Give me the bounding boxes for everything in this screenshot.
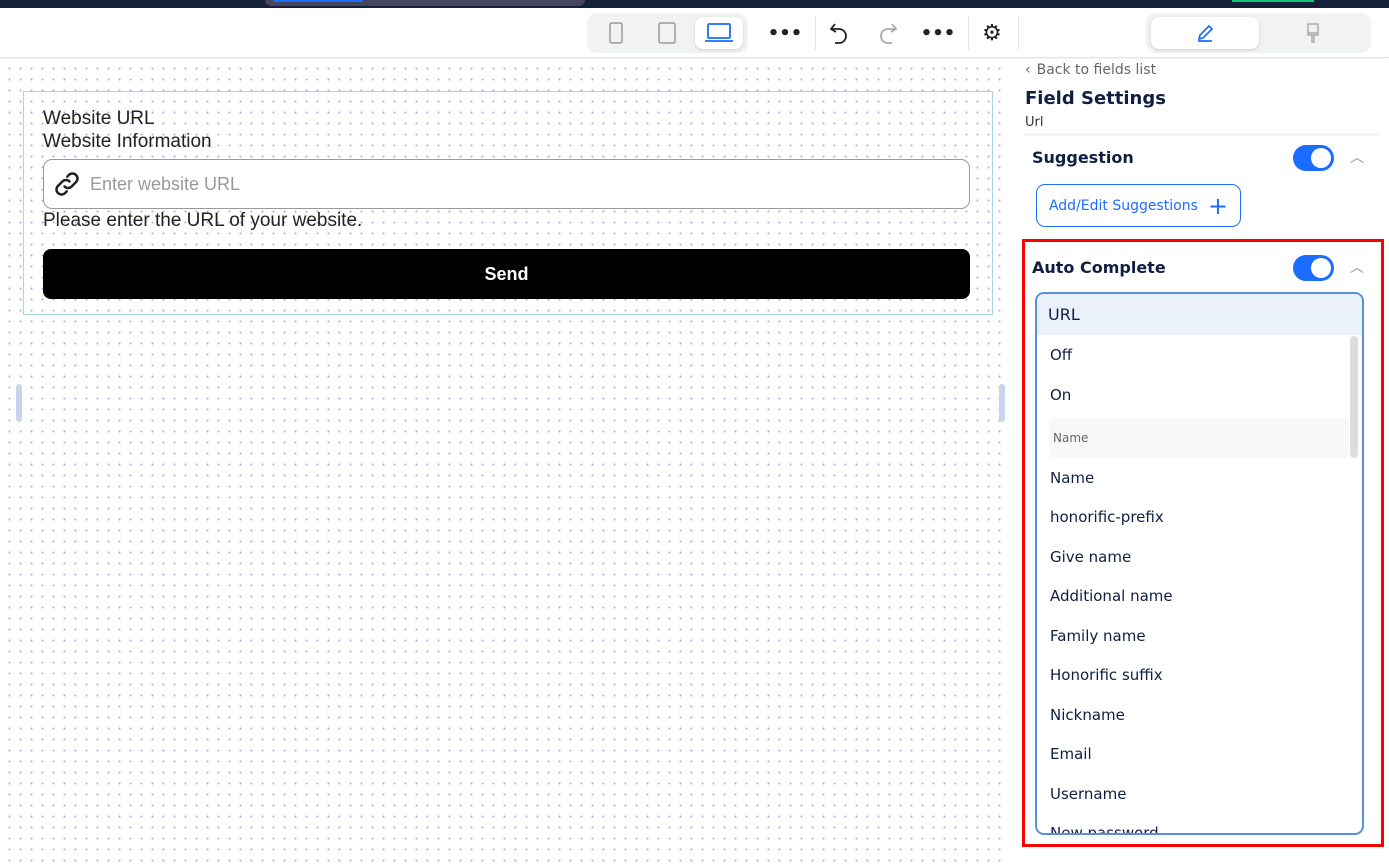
option[interactable]: Name: [1050, 469, 1094, 487]
option-group-header: Name: [1049, 418, 1349, 458]
gear-icon: ⚙: [982, 20, 1002, 46]
mobile-view-button[interactable]: [592, 17, 640, 49]
divider: [1018, 16, 1019, 50]
autocomplete-toggle[interactable]: [1293, 255, 1334, 281]
option[interactable]: Honorific suffix: [1050, 666, 1163, 684]
undo-button[interactable]: [822, 16, 856, 50]
option[interactable]: Give name: [1050, 548, 1131, 566]
edit-icon: [1197, 24, 1214, 42]
tablet-view-button[interactable]: [643, 17, 691, 49]
website-url-input[interactable]: Enter website URL: [43, 159, 970, 209]
selected-option[interactable]: URL: [1037, 294, 1362, 335]
panel-title: Field Settings: [1025, 88, 1166, 109]
url-field-block[interactable]: Website URL Website Information Enter we…: [23, 91, 993, 315]
resize-handle-left[interactable]: [16, 384, 22, 422]
add-edit-suggestions-button[interactable]: Add/Edit Suggestions +: [1036, 184, 1241, 227]
desktop-view-button[interactable]: [695, 17, 743, 49]
field-settings-panel: ‹ Back to fields list Field Settings Url …: [1007, 59, 1389, 864]
send-button[interactable]: Send: [43, 249, 970, 299]
redo-icon: [880, 23, 898, 44]
help-text: Please enter the URL of your website.: [43, 210, 363, 231]
undo-icon: [829, 23, 847, 44]
panel-subtitle: Url: [1025, 115, 1044, 130]
chevron-up-icon[interactable]: ︿: [1350, 257, 1364, 277]
device-switcher: [587, 13, 748, 53]
status-indicator: [1232, 0, 1314, 2]
field-label: Website Information: [43, 131, 212, 152]
redo-button[interactable]: [871, 16, 905, 50]
option[interactable]: Email: [1050, 745, 1092, 763]
input-placeholder: Enter website URL: [90, 173, 241, 194]
back-label: Back to fields list: [1036, 62, 1157, 78]
option-on[interactable]: On: [1050, 386, 1071, 404]
more-options-button-2[interactable]: •••: [921, 16, 956, 50]
chevron-up-icon[interactable]: ︿: [1350, 147, 1364, 167]
option[interactable]: Username: [1050, 785, 1126, 803]
divider: [968, 16, 969, 50]
divider: [815, 16, 816, 50]
option[interactable]: Nickname: [1050, 706, 1125, 724]
option[interactable]: Family name: [1050, 627, 1146, 645]
settings-button[interactable]: ⚙: [975, 16, 1009, 50]
form-canvas: Website URL Website Information Enter we…: [0, 59, 1007, 864]
link-icon: [44, 169, 90, 199]
field-title: Website URL: [43, 108, 155, 129]
desktop-icon: [705, 23, 733, 42]
group-label: Name: [1053, 431, 1089, 445]
option[interactable]: Additional name: [1050, 587, 1173, 605]
dropdown-scrollbar[interactable]: [1350, 336, 1358, 458]
editor-toolbar: ••• ••• ⚙: [0, 8, 1389, 58]
option[interactable]: honorific-prefix: [1050, 508, 1164, 526]
back-to-fields-link[interactable]: ‹ Back to fields list: [1025, 62, 1156, 78]
suggestion-toggle[interactable]: [1293, 145, 1334, 171]
suggestion-label: Suggestion: [1032, 148, 1134, 167]
mode-switcher: [1146, 13, 1371, 53]
mobile-icon: [609, 22, 623, 44]
button-label: Add/Edit Suggestions: [1048, 197, 1198, 214]
option[interactable]: New password: [1050, 824, 1159, 833]
autocomplete-dropdown[interactable]: URL Off On Name Name honorific-prefix Gi…: [1035, 292, 1364, 835]
style-brush-icon: [1307, 23, 1319, 43]
autocomplete-label: Auto Complete: [1032, 258, 1166, 277]
browser-top-strip: [0, 0, 1389, 8]
tablet-icon: [658, 22, 676, 44]
browser-tab[interactable]: [265, 0, 585, 6]
resize-handle-right[interactable]: [999, 384, 1005, 422]
style-mode-button[interactable]: [1259, 17, 1367, 49]
plus-icon: +: [1207, 191, 1229, 220]
more-options-button[interactable]: •••: [768, 16, 803, 50]
chevron-left-icon: ‹: [1025, 62, 1031, 78]
divider: [1025, 131, 1380, 133]
option-off[interactable]: Off: [1050, 346, 1072, 364]
edit-mode-button[interactable]: [1151, 17, 1259, 49]
